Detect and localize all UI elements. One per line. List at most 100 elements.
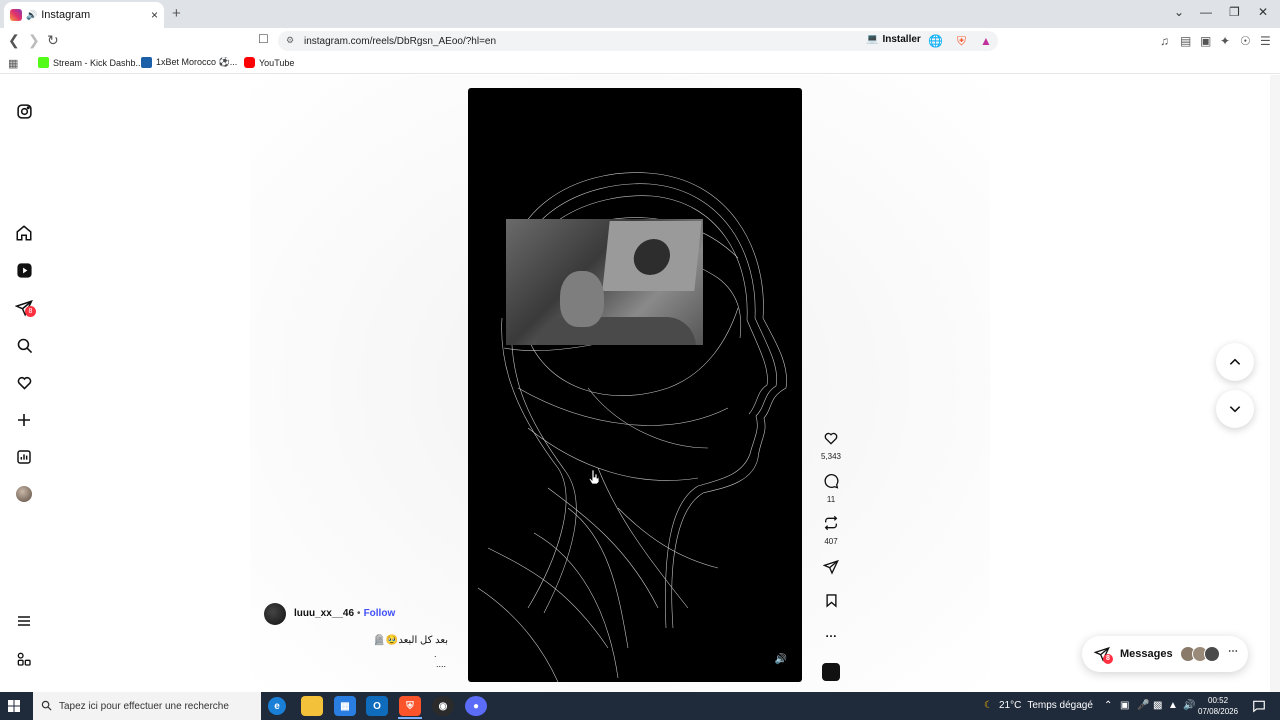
plus-icon[interactable] bbox=[14, 410, 34, 430]
brave-shield-icon[interactable]: ⛨ bbox=[957, 34, 966, 49]
active-app-indicator bbox=[398, 717, 422, 719]
repost-button[interactable]: 407 bbox=[816, 515, 846, 546]
comment-count: 11 bbox=[826, 495, 836, 504]
forward-icon[interactable]: ❯ bbox=[28, 32, 40, 49]
search-icon bbox=[41, 700, 52, 711]
outlook-icon[interactable]: O bbox=[366, 696, 388, 716]
page-scrollbar[interactable] bbox=[1270, 75, 1280, 692]
person-body-image bbox=[536, 317, 696, 345]
microphone-icon[interactable]: 🎤 bbox=[1137, 700, 1149, 711]
more-options-icon[interactable]: … bbox=[816, 626, 846, 640]
close-window-icon[interactable]: ✕ bbox=[1258, 5, 1268, 19]
moon-icon: ☾ bbox=[984, 700, 993, 711]
chat-app-icon[interactable]: ● bbox=[465, 696, 487, 716]
like-button[interactable]: 5,343 bbox=[816, 430, 846, 461]
install-button[interactable]: 💻 Installer bbox=[866, 34, 921, 45]
audio-thumbnail[interactable] bbox=[822, 663, 840, 681]
previous-reel-button[interactable] bbox=[1216, 343, 1254, 381]
chevron-down-icon bbox=[1229, 406, 1241, 413]
weather-text: Temps dégagé bbox=[1027, 700, 1093, 711]
browser-menu-icon[interactable]: ☰ bbox=[1260, 34, 1271, 48]
caption-line-2: . bbox=[434, 649, 437, 659]
volume-icon[interactable]: 🔊 bbox=[774, 654, 788, 668]
more-dots-icon: ⋯ bbox=[1228, 646, 1238, 657]
weather-temp: 21°C bbox=[998, 700, 1022, 711]
wallet-icon[interactable]: ▣ bbox=[1200, 34, 1211, 48]
search-icon[interactable] bbox=[14, 335, 34, 355]
bookmark-youtube[interactable]: YouTube bbox=[244, 57, 294, 68]
vpn-icon[interactable]: ☉ bbox=[1240, 34, 1251, 48]
author-username[interactable]: luuu_xx__46 bbox=[294, 608, 354, 619]
store-icon[interactable]: ▦ bbox=[334, 696, 356, 716]
chat-avatar bbox=[1204, 646, 1220, 662]
back-icon[interactable]: ❮ bbox=[8, 32, 20, 49]
youtube-icon bbox=[244, 57, 255, 68]
caption-more[interactable]: .... bbox=[436, 659, 446, 669]
minimize-icon[interactable]: — bbox=[1200, 5, 1212, 19]
instagram-logo-icon[interactable] bbox=[14, 101, 34, 121]
1xbet-icon bbox=[141, 57, 152, 68]
sidebar-nav: 8 bbox=[0, 75, 48, 692]
bookmark-1xbet[interactable]: 1xBet Morocco ⚽... bbox=[141, 57, 237, 68]
recent-chat-avatars bbox=[1180, 646, 1220, 662]
overlay-photo bbox=[506, 219, 703, 345]
notification-center-icon[interactable] bbox=[1252, 699, 1266, 713]
display-icon[interactable]: ▩ bbox=[1153, 700, 1162, 711]
network-adapter-icon[interactable]: ▣ bbox=[1120, 700, 1129, 711]
bookmark-icon[interactable]: ☐ bbox=[258, 32, 269, 46]
close-tab-icon[interactable]: × bbox=[151, 8, 158, 22]
next-reel-button[interactable] bbox=[1216, 390, 1254, 428]
file-explorer-icon[interactable] bbox=[301, 696, 323, 716]
author-avatar[interactable] bbox=[264, 603, 286, 625]
tab-title: Instagram bbox=[41, 9, 91, 21]
tab-search-icon[interactable]: ⌄ bbox=[1174, 5, 1184, 19]
chevron-up-icon bbox=[1229, 358, 1241, 365]
media-icon[interactable]: ♫ bbox=[1160, 34, 1169, 48]
sidebar-toggle-icon[interactable]: ▤ bbox=[1180, 34, 1191, 48]
translate-icon[interactable]: 🌐 bbox=[928, 34, 943, 48]
person-face-image bbox=[560, 271, 604, 327]
messages-label: Messages bbox=[1120, 648, 1173, 660]
windows-start-icon[interactable] bbox=[8, 700, 20, 712]
brave-rewards-icon[interactable]: ▲ bbox=[980, 34, 992, 48]
profile-avatar-icon[interactable] bbox=[14, 484, 34, 504]
clock-date: 07/08/2026 bbox=[1198, 707, 1239, 716]
leo-ai-icon[interactable]: ✦ bbox=[1220, 34, 1230, 48]
comment-button[interactable]: 11 bbox=[816, 473, 846, 504]
direct-messages-icon[interactable]: 8 bbox=[14, 298, 36, 318]
tray-overflow-icon[interactable]: ⌃ bbox=[1104, 700, 1112, 711]
grid-icon[interactable] bbox=[14, 649, 34, 669]
site-info-icon[interactable]: ⚙ bbox=[286, 35, 294, 46]
reel-video[interactable]: 🔊 bbox=[468, 88, 802, 682]
clock-time: 00:52 bbox=[1208, 696, 1229, 705]
new-tab-icon[interactable]: + bbox=[172, 5, 181, 22]
home-icon[interactable] bbox=[14, 223, 34, 243]
bookmark-icon bbox=[825, 594, 837, 608]
heart-icon[interactable] bbox=[14, 372, 34, 392]
address-toolbar: ❮ ❯ ↻ ☐ ⚙ instagram.com/reels/DbRgsn_AEo… bbox=[0, 28, 1280, 53]
follow-button[interactable]: Follow bbox=[364, 608, 396, 619]
browser-tab[interactable]: 🔊 Instagram × bbox=[4, 2, 164, 28]
weather-widget[interactable]: ☾ 21°C Temps dégagé bbox=[984, 700, 1093, 711]
restore-icon[interactable]: ❐ bbox=[1229, 5, 1240, 19]
edge-icon[interactable]: e bbox=[268, 697, 286, 715]
browser-tab-strip: 🔊 Instagram × + ⌄ — ❐ ✕ bbox=[0, 0, 1280, 28]
share-button[interactable] bbox=[816, 559, 846, 580]
wifi-icon[interactable]: ▲ bbox=[1168, 700, 1178, 711]
obs-icon[interactable]: ◉ bbox=[432, 696, 454, 716]
dashboard-chart-icon[interactable] bbox=[14, 447, 34, 467]
save-button[interactable] bbox=[816, 593, 846, 613]
like-count: 5,343 bbox=[820, 452, 842, 461]
messages-widget[interactable]: 8 Messages ⋯ bbox=[1082, 636, 1248, 672]
reels-icon[interactable] bbox=[14, 260, 34, 280]
menu-icon[interactable] bbox=[14, 611, 34, 631]
bookmark-kick[interactable]: Stream - Kick Dashb... bbox=[38, 57, 143, 68]
brave-icon[interactable]: ⛨ bbox=[399, 696, 421, 716]
system-clock[interactable]: 00:52 07/08/2026 bbox=[1198, 695, 1238, 717]
taskbar-search[interactable]: Tapez ici pour effectuer une recherche bbox=[33, 692, 261, 720]
reload-icon[interactable]: ↻ bbox=[47, 32, 59, 49]
author-line: luuu_xx__46 • Follow bbox=[294, 608, 395, 619]
speaker-icon[interactable]: 🔊 bbox=[26, 10, 37, 21]
apps-grid-icon[interactable]: ▦ bbox=[8, 57, 18, 70]
volume-icon[interactable]: 🔊 bbox=[1183, 700, 1195, 711]
